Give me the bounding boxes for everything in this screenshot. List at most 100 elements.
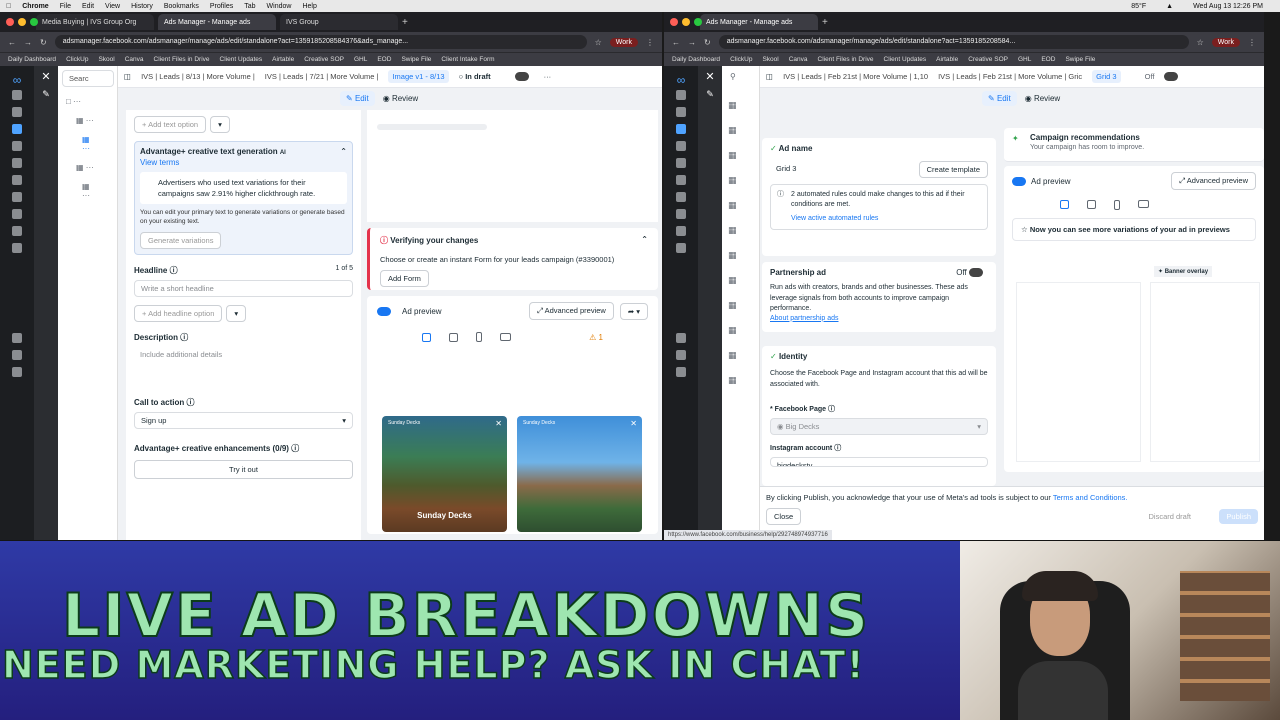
panel-toggle-icon[interactable]: ◫ bbox=[124, 72, 131, 81]
account-icon[interactable] bbox=[676, 90, 686, 100]
menu-view[interactable]: View bbox=[105, 3, 120, 10]
clock-icon[interactable] bbox=[676, 141, 686, 151]
tree-search[interactable]: Searc bbox=[62, 70, 114, 87]
ad-preview-toggle[interactable] bbox=[1012, 176, 1026, 186]
menu-icon[interactable] bbox=[12, 243, 22, 253]
help-icon[interactable] bbox=[676, 333, 686, 343]
profile-button[interactable]: Work bbox=[1211, 37, 1240, 47]
view-terms-link[interactable]: View terms bbox=[140, 158, 347, 167]
menu-help[interactable]: Help bbox=[302, 3, 316, 10]
back-icon[interactable]: ← bbox=[672, 38, 680, 47]
menu-bookmarks[interactable]: Bookmarks bbox=[164, 3, 199, 10]
bookmark[interactable]: Skool bbox=[762, 56, 778, 63]
account-icon[interactable] bbox=[12, 90, 22, 100]
square-view-icon[interactable] bbox=[1086, 200, 1096, 209]
star-icon[interactable]: ☆ bbox=[1197, 38, 1204, 47]
table-icon[interactable] bbox=[12, 124, 22, 134]
facebook-page-select[interactable]: ◉ Big Decks ▾ bbox=[770, 418, 988, 435]
chat-icon[interactable] bbox=[12, 350, 22, 360]
collapse-icon[interactable]: ⌃ bbox=[340, 147, 347, 156]
close-icon[interactable]: ✕ bbox=[630, 419, 637, 428]
add-text-option-button[interactable]: + Add text option bbox=[134, 116, 207, 133]
ad-preview-toggle[interactable] bbox=[377, 306, 391, 316]
catalog-icon[interactable] bbox=[676, 158, 686, 168]
collapse-icon[interactable]: ⌃ bbox=[641, 235, 648, 244]
reload-icon[interactable]: ↻ bbox=[40, 38, 47, 47]
bookmark[interactable]: Creative SOP bbox=[968, 56, 1008, 63]
bookmark[interactable]: Airtable bbox=[272, 56, 294, 63]
text-option-dropdown[interactable]: ▾ bbox=[210, 116, 230, 133]
terms-link[interactable]: Terms and Conditions. bbox=[1053, 493, 1128, 502]
billing-icon[interactable] bbox=[676, 209, 686, 219]
crumb-adset[interactable]: IVS | Leads | 7/21 | More Volume | bbox=[265, 72, 379, 81]
bookmark[interactable]: Client Intake Form bbox=[441, 56, 494, 63]
new-tab-icon[interactable]: + bbox=[402, 17, 408, 28]
headline-input[interactable]: Write a short headline bbox=[134, 280, 353, 297]
cta-select[interactable]: Sign up ▾ bbox=[134, 412, 353, 429]
meta-logo-icon[interactable]: ∞ bbox=[664, 73, 698, 87]
chat-icon[interactable] bbox=[676, 350, 686, 360]
generate-variations-button[interactable]: Generate variations bbox=[140, 232, 222, 249]
bookmark[interactable]: Client Files in Drive bbox=[818, 56, 874, 63]
bookmark[interactable]: Airtable bbox=[936, 56, 958, 63]
bookmark[interactable]: Canva bbox=[125, 56, 144, 63]
publish-button[interactable]: Publish bbox=[1219, 509, 1258, 524]
clock-icon[interactable] bbox=[12, 141, 22, 151]
table-icon[interactable] bbox=[676, 124, 686, 134]
ad-toggle[interactable] bbox=[514, 72, 529, 81]
tree-item[interactable]: □ ··· bbox=[66, 97, 109, 106]
menu-profiles[interactable]: Profiles bbox=[210, 3, 233, 10]
menu-edit[interactable]: Edit bbox=[82, 3, 94, 10]
bookmark[interactable]: EOD bbox=[377, 56, 391, 63]
address-bar[interactable]: adsmanager.facebook.com/adsmanager/manag… bbox=[718, 35, 1189, 49]
add-headline-option-button[interactable]: + Add headline option bbox=[134, 305, 223, 322]
profile-button[interactable]: Work bbox=[609, 37, 638, 47]
bookmark[interactable]: EOD bbox=[1041, 56, 1055, 63]
add-form-button[interactable]: Add Form bbox=[380, 270, 429, 287]
crumb-ad[interactable]: Image v1 - 8/13 bbox=[388, 70, 449, 83]
square-view-icon[interactable] bbox=[449, 332, 459, 342]
preview-thumbnail-2[interactable]: Sunday Decks ✕ bbox=[517, 416, 642, 532]
bookmark[interactable]: Canva bbox=[789, 56, 808, 63]
megaphone-icon[interactable] bbox=[12, 192, 22, 202]
ad-toggle[interactable] bbox=[1164, 72, 1179, 81]
menu-dots-icon[interactable]: ⋮ bbox=[1248, 38, 1256, 47]
billing-icon[interactable] bbox=[12, 209, 22, 219]
tree-item[interactable]: ▦ ··· bbox=[76, 163, 99, 172]
address-bar[interactable]: adsmanager.facebook.com/adsmanager/manag… bbox=[54, 35, 587, 49]
discard-draft-button[interactable]: Discard draft bbox=[1141, 509, 1198, 524]
menu-tab[interactable]: Tab bbox=[244, 3, 255, 10]
crumb-campaign[interactable]: IVS | Leads | 8/13 | More Volume | bbox=[141, 72, 255, 81]
partnership-link[interactable]: About partnership ads bbox=[770, 315, 988, 322]
pencil-icon[interactable]: ✎ bbox=[34, 89, 58, 100]
bookmark[interactable]: GHL bbox=[1018, 56, 1031, 63]
close-button[interactable]: Close bbox=[766, 508, 802, 525]
clock[interactable]: Wed Aug 13 12:26 PM bbox=[1193, 3, 1263, 10]
audience-icon[interactable] bbox=[12, 175, 22, 185]
pencil-icon[interactable]: ✎ bbox=[698, 89, 722, 100]
search-icon[interactable]: ⚲ bbox=[730, 72, 751, 81]
menu-app[interactable]: Chrome bbox=[22, 3, 48, 10]
view-rules-link[interactable]: View active automated rules bbox=[791, 214, 982, 224]
mobile-view-icon[interactable] bbox=[476, 332, 483, 342]
star-icon[interactable]: ☆ bbox=[595, 38, 602, 47]
more-icon[interactable]: ··· bbox=[544, 72, 552, 81]
new-tab-icon[interactable]: + bbox=[822, 17, 828, 28]
people-icon[interactable] bbox=[12, 226, 22, 236]
audience-icon[interactable] bbox=[676, 175, 686, 185]
tree-items[interactable]: ▦ ▦ ▦ ▦ ▦ ▦ ▦ ▦ ▦ ▦ ▦ ▦ bbox=[728, 93, 753, 393]
forward-icon[interactable]: → bbox=[24, 38, 32, 47]
chart-icon[interactable] bbox=[676, 107, 686, 117]
tab-ads-manager[interactable]: Ads Manager - Manage ads bbox=[158, 14, 276, 30]
try-it-out-button[interactable]: Try it out bbox=[134, 460, 353, 479]
close-icon[interactable]: ✕ bbox=[34, 70, 58, 83]
bookmark[interactable]: Client Updates bbox=[884, 56, 927, 63]
tab-ivs-group[interactable]: IVS Group bbox=[280, 14, 398, 30]
close-icon[interactable]: ✕ bbox=[495, 419, 502, 428]
bookmark[interactable]: Swipe File bbox=[401, 56, 431, 63]
tree-item[interactable]: ▦ ··· bbox=[76, 116, 99, 125]
reload-icon[interactable]: ↻ bbox=[704, 38, 711, 47]
close-icon[interactable]: ✕ bbox=[698, 70, 722, 83]
meta-logo-icon[interactable]: ∞ bbox=[0, 73, 34, 87]
ad-name-input[interactable]: Grid 3 bbox=[770, 161, 915, 178]
